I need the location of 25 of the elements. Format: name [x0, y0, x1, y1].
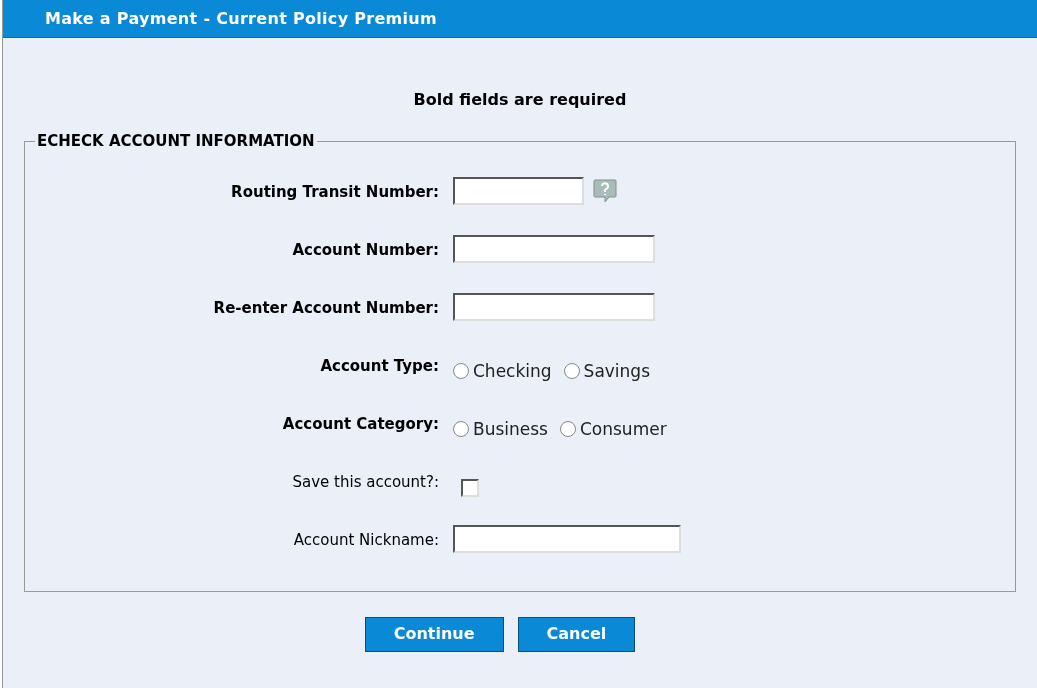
radio-button[interactable]: [563, 363, 580, 380]
action-button[interactable]: Continue: [364, 616, 504, 652]
checkbox[interactable]: [461, 478, 479, 497]
required-notice: Bold fields are required: [413, 89, 627, 111]
radio-button[interactable]: [453, 363, 469, 380]
text-field[interactable]: [453, 524, 681, 553]
text-field[interactable]: [453, 176, 584, 205]
text-field[interactable]: [453, 234, 655, 263]
radio-label: Savings: [583, 359, 650, 383]
radio-button[interactable]: [559, 421, 576, 438]
field-label: Account Type:: [320, 355, 439, 377]
field-label: Re-enter Account Number:: [213, 297, 439, 319]
window-title: Make a Payment - Current Policy Premium: [45, 7, 438, 30]
field-label: Account Number:: [292, 239, 439, 261]
radio-label: Checking: [473, 359, 552, 383]
field-label: Routing Transit Number:: [231, 181, 439, 203]
radio-label: Business: [473, 417, 548, 441]
radio-label: Consumer: [579, 417, 667, 441]
field-label: Account Category:: [282, 413, 439, 435]
text-field[interactable]: [453, 292, 655, 321]
radio-button[interactable]: [453, 421, 469, 438]
action-button[interactable]: Cancel: [517, 616, 636, 652]
field-label: Save this account?:: [292, 471, 439, 493]
field-label: Account Nickname:: [293, 529, 439, 551]
fieldset-legend: ECHECK ACCOUNT INFORMATION: [35, 130, 317, 153]
